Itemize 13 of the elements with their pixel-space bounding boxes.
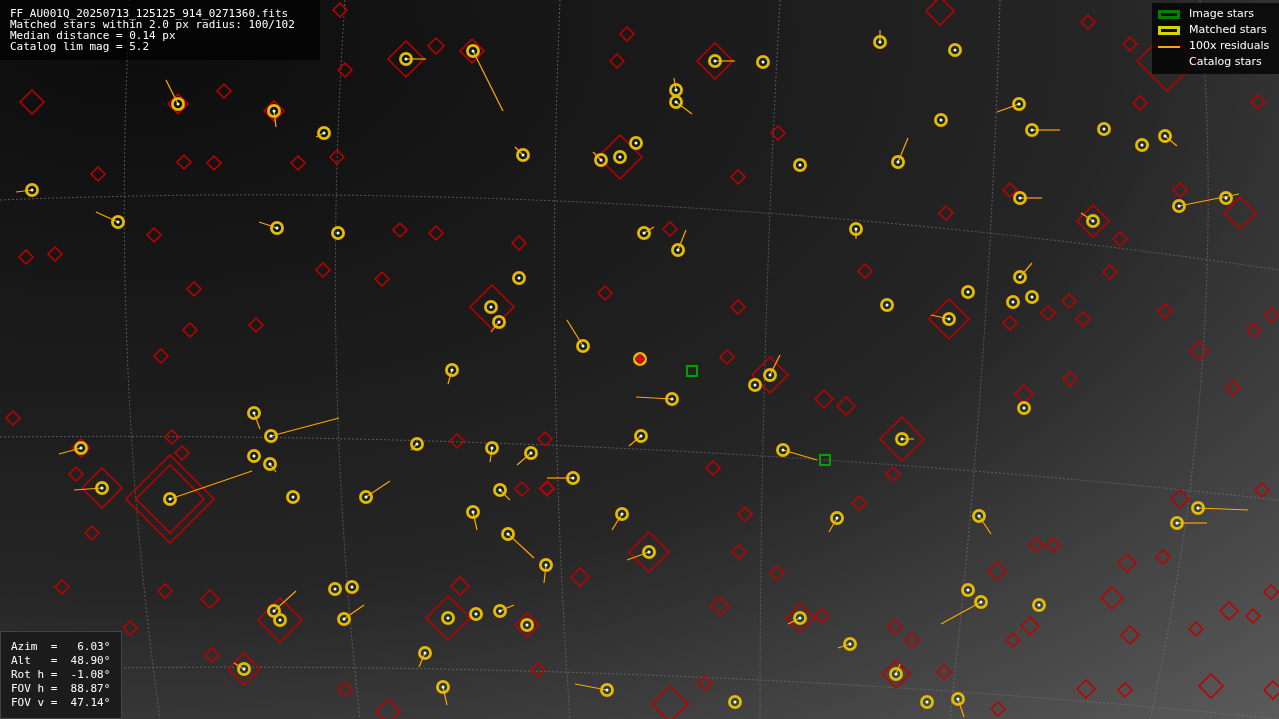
legend-label: Matched stars xyxy=(1189,22,1267,39)
pointing-line: Rot h = -1.08° xyxy=(11,668,111,682)
pointing-line: Azim = 6.03° xyxy=(11,640,111,654)
pointing-line: FOV v = 47.14° xyxy=(11,696,111,710)
pointing-line: Alt = 48.90° xyxy=(11,654,111,668)
pointing-line: FOV h = 88.87° xyxy=(11,682,111,696)
info-line: FF_AU001Q_20250713_125125_914_0271360.fits xyxy=(10,8,290,19)
legend-label: Catalog stars xyxy=(1189,54,1262,71)
info-line: Median distance = 0.14 px xyxy=(10,30,176,41)
legend-label: 100x residuals xyxy=(1189,38,1270,55)
info-line: Matched stars within 2.0 px radius: 100/102 xyxy=(10,19,296,30)
info-line: Catalog lim mag = 5.2 xyxy=(10,41,151,52)
legend-label: Image stars xyxy=(1189,6,1254,23)
